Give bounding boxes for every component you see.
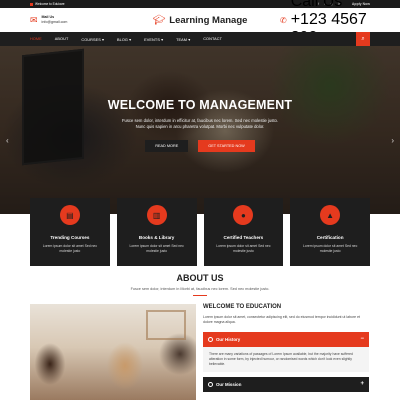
circle-icon <box>208 381 213 387</box>
about-text: Fusce sem dolor, interdum in Morbi at, f… <box>130 287 270 291</box>
nav-item-contact[interactable]: CONTACT <box>203 37 222 41</box>
document-icon: ▤ <box>59 205 80 225</box>
nav-item-blog[interactable]: BLOG ▾ <box>117 37 131 42</box>
feature-card-certified-teachers[interactable]: ● Certified Teachers Lorem ipsum dolor s… <box>203 198 284 266</box>
brand-name: Learning Manage <box>169 14 248 26</box>
flag-icon <box>30 2 33 6</box>
hero-content: WELCOME TO MANAGEMENT Fusce sem dolor, i… <box>0 98 400 152</box>
feature-card-trending-courses[interactable]: ▤ Trending Courses Lorem ipsum dolor sit… <box>30 198 110 266</box>
teacher-icon: ● <box>233 205 254 225</box>
education-heading: WELCOME TO EDUCATION <box>203 304 282 310</box>
main-nav: HOME ABOUT COURSES ▾ BLOG ▾ EVENTS ▾ TEA… <box>0 32 400 46</box>
hero-description: Fusce sem dolor, interdum in efficitur a… <box>121 118 279 130</box>
mail-value[interactable]: info@gmail.com <box>42 20 68 25</box>
book-icon: ▥ <box>146 205 167 225</box>
accordion-history-body: There are many variations of passages of… <box>203 346 369 372</box>
feature-card-books-library[interactable]: ▥ Books & Library Lorem ipsum dolor sit … <box>116 198 197 266</box>
nav-item-about[interactable]: ABOUT <box>55 37 69 41</box>
hero-banner: ‹ › WELCOME TO MANAGEMENT Fusce sem dolo… <box>0 46 400 214</box>
get-started-button[interactable]: GET STARTED NOW <box>198 139 255 152</box>
about-section: ABOUT US Fusce sem dolor, interdum in Mo… <box>0 273 400 296</box>
accordion: Our History − There are many variations … <box>203 331 369 392</box>
divider <box>193 295 207 296</box>
students-photo <box>30 304 196 400</box>
nav-item-home[interactable]: HOME <box>30 37 42 41</box>
call-label: Call Us <box>290 0 343 10</box>
about-heading: ABOUT US <box>176 273 224 283</box>
graduation-cap-icon: ▲ <box>320 205 341 225</box>
hero-title: WELCOME TO MANAGEMENT <box>107 98 293 112</box>
education-text: Lorem ipsum dolor sit amet, consectetur … <box>203 315 360 325</box>
plus-icon: + <box>360 381 364 388</box>
nav-item-events[interactable]: EVENTS ▾ <box>144 37 163 42</box>
site-logo[interactable]: 🎓︎ Learning Manage <box>120 15 280 26</box>
search-icon[interactable]: ⌕ <box>356 32 370 46</box>
accordion-mission-header[interactable]: Our Mission + <box>203 376 369 392</box>
phone-icon: ✆ <box>280 15 287 25</box>
mail-contact: ✉ Mail Us info@gmail.com <box>30 15 120 25</box>
page: Welcome to Edukare f t ◎ in Apply Now ✉ … <box>0 0 400 400</box>
read-more-button[interactable]: READ MORE <box>145 139 189 152</box>
welcome-text: Welcome to Edukare <box>30 2 65 6</box>
envelope-icon: ✉ <box>30 14 38 25</box>
graduation-cap-icon: 🎓︎ <box>152 14 166 26</box>
site-header: ✉ Mail Us info@gmail.com 🎓︎ Learning Man… <box>0 0 400 46</box>
feature-cards: ▤ Trending Courses Lorem ipsum dolor sit… <box>30 198 370 266</box>
circle-icon <box>208 336 213 342</box>
minus-icon: − <box>360 336 364 342</box>
nav-item-courses[interactable]: COURSES ▾ <box>81 37 104 42</box>
education-section: WELCOME TO EDUCATION Lorem ipsum dolor s… <box>203 304 369 392</box>
feature-card-certification[interactable]: ▲ Certification Lorem ipsum dolor sit am… <box>290 198 370 266</box>
nav-item-team[interactable]: TEAM ▾ <box>176 37 190 42</box>
accordion-history-header[interactable]: Our History − <box>203 331 369 347</box>
